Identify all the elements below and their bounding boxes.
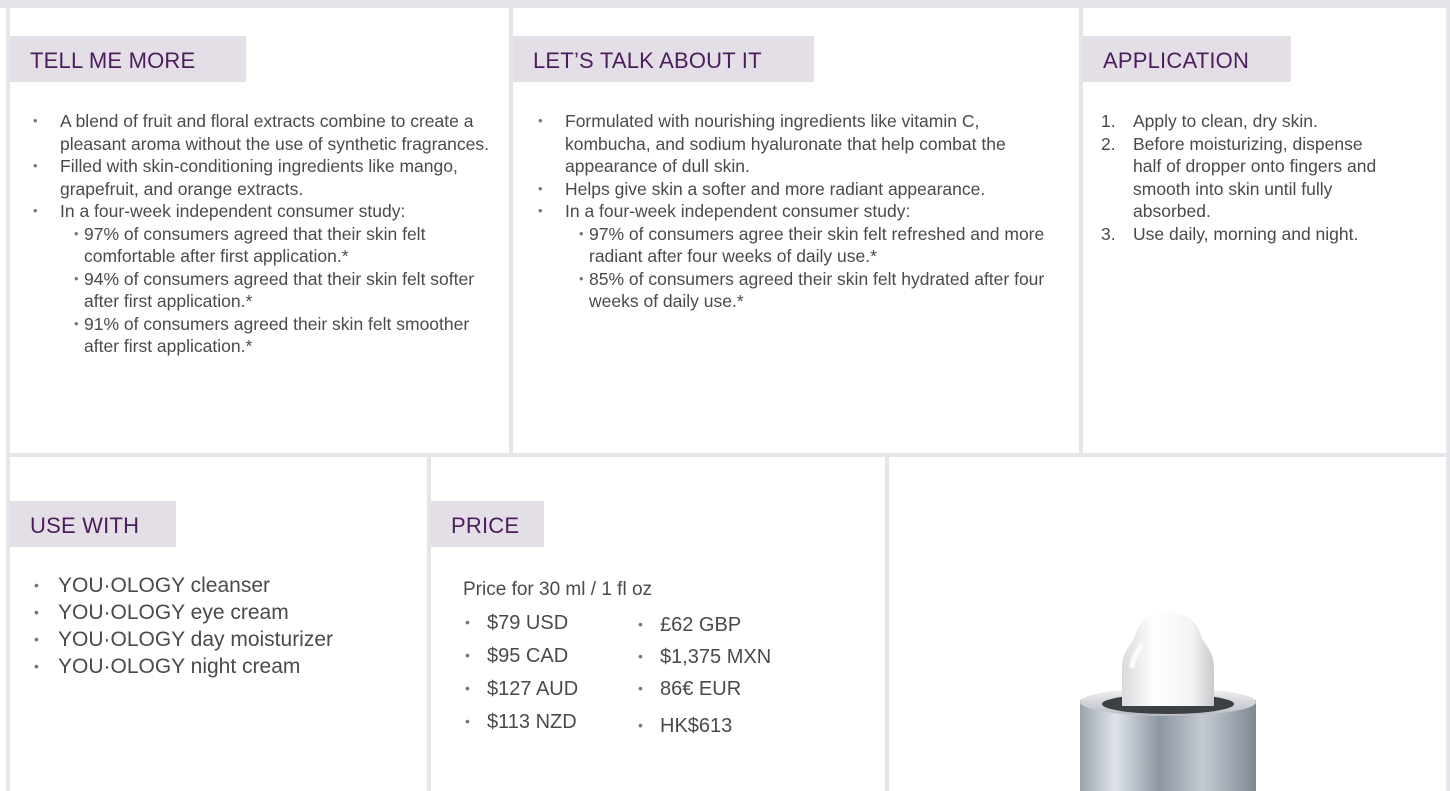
application-steps: 1. Apply to clean, dry skin. 2. Before moi… xyxy=(1101,110,1421,245)
left-border xyxy=(6,0,10,791)
tell-me-more-heading: TELL ME MORE xyxy=(10,36,246,82)
sub-list-item: 97% of consumers agreed that their skin … xyxy=(74,223,492,268)
use-with-list: YOU·OLOGY cleanser YOU·OLOGY eye cream Y… xyxy=(32,572,412,680)
price-note: Price for 30 ml / 1 fl oz xyxy=(463,579,653,600)
step-text: Apply to clean, dry skin. xyxy=(1133,111,1318,131)
price-item: $95 CAD xyxy=(463,645,623,678)
price-item: 86€ EUR xyxy=(636,678,836,715)
step-item: 1. Apply to clean, dry skin. xyxy=(1101,110,1421,133)
row-divider xyxy=(6,453,1450,457)
step-item: 3. Use daily, morning and night. xyxy=(1101,223,1421,246)
step-number: 2. xyxy=(1101,133,1116,154)
list-item: In a four-week independent consumer stud… xyxy=(32,200,492,358)
step-text: Use daily, morning and night. xyxy=(1133,223,1359,244)
sub-list-item: 97% of consumers agree their skin felt r… xyxy=(579,223,1057,268)
price-list-2: £62 GBP $1,375 MXN 86€ EUR HK$613 xyxy=(636,614,836,748)
step-number: 1. xyxy=(1101,111,1116,131)
price-item: £62 GBP xyxy=(636,614,836,646)
dropper-bottle-image xyxy=(1080,612,1256,791)
right-border xyxy=(1446,0,1450,791)
list-item: YOU·OLOGY night cream xyxy=(32,653,412,680)
list-item-text: In a four-week independent consumer stud… xyxy=(565,201,911,221)
sub-list-item: 85% of consumers agreed their skin felt … xyxy=(579,268,1057,313)
sub-list: 97% of consumers agree their skin felt r… xyxy=(565,223,1057,313)
list-item: Helps give skin a softer and more radian… xyxy=(537,178,1057,201)
list-item: Filled with skin-conditioning ingredient… xyxy=(32,155,492,200)
use-with-heading: USE WITH xyxy=(10,501,176,547)
sub-list-item: 94% of consumers agreed that their skin … xyxy=(74,268,492,313)
price-item: $79 USD xyxy=(463,612,623,645)
sub-list: 97% of consumers agreed that their skin … xyxy=(60,223,492,358)
list-item-text: In a four-week independent consumer stud… xyxy=(60,201,406,221)
top-border xyxy=(0,0,1450,8)
tell-me-more-list: A blend of fruit and floral extracts com… xyxy=(32,110,492,358)
list-item: In a four-week independent consumer stud… xyxy=(537,200,1057,313)
application-heading: APPLICATION xyxy=(1083,36,1291,82)
price-heading: PRICE xyxy=(431,501,544,547)
price-item: HK$613 xyxy=(636,715,836,748)
step-number: 3. xyxy=(1101,223,1116,244)
price-list-1: $79 USD $95 CAD $127 AUD $113 NZD xyxy=(463,612,623,744)
sub-list-item: 91% of consumers agreed their skin felt … xyxy=(74,313,492,358)
list-item: YOU·OLOGY day moisturizer xyxy=(32,626,412,653)
divider-4 xyxy=(885,455,889,791)
step-item: 2. Before moisturizing, dispense half of … xyxy=(1101,133,1421,223)
list-item: YOU·OLOGY cleanser xyxy=(32,572,412,599)
step-text: Before moisturizing, dispense half of dr… xyxy=(1133,133,1377,222)
lets-talk-list: Formulated with nourishing ingredients l… xyxy=(537,110,1057,313)
price-item: $127 AUD xyxy=(463,678,623,711)
list-item: Formulated with nourishing ingredients l… xyxy=(537,110,1057,178)
price-item: $113 NZD xyxy=(463,711,623,744)
list-item: A blend of fruit and floral extracts com… xyxy=(32,110,492,155)
lets-talk-heading: LET’S TALK ABOUT IT xyxy=(513,36,814,82)
list-item: YOU·OLOGY eye cream xyxy=(32,599,412,626)
price-item: $1,375 MXN xyxy=(636,646,836,678)
